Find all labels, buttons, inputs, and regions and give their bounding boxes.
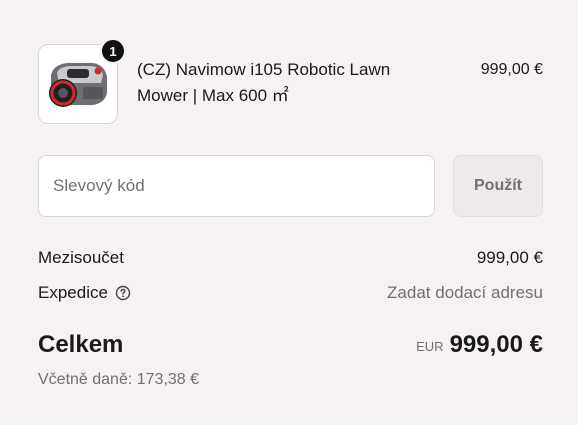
apply-discount-button[interactable]: Použít	[453, 155, 543, 217]
product-thumbnail: 1	[38, 38, 126, 124]
tax-note: Včetně daně: 173,38 €	[38, 371, 200, 388]
subtotal-value: 999,00 €	[476, 248, 543, 267]
total-value-group: EUR 999,00 €	[416, 329, 543, 364]
product-title: (CZ) Navimow i105 Robotic Lawn Mower | M…	[137, 60, 391, 105]
total-amount: 999,00 €	[449, 331, 543, 358]
quantity-badge: 1	[100, 38, 126, 64]
currency-code: EUR	[416, 339, 444, 354]
shipping-value: Zadat dodací adresu	[387, 283, 543, 302]
subtotal-row: Mezisoučet 999,00 €	[38, 246, 543, 270]
total-label: Celkem	[38, 331, 124, 358]
shipping-row: Expedice Zadat dodací adresu	[38, 281, 543, 305]
product-price: 999,00 €	[480, 61, 543, 78]
robotic-mower-image	[49, 63, 107, 107]
subtotal-label: Mezisoučet	[38, 248, 124, 267]
total-row: Celkem EUR 999,00 €	[38, 329, 543, 361]
discount-code-input[interactable]	[38, 155, 435, 217]
shipping-label-group: Expedice	[38, 281, 131, 305]
shipping-label: Expedice	[38, 283, 108, 302]
cart-line-item: 1 (CZ) Navimow i105 Robotic Lawn Mower |…	[38, 38, 543, 124]
question-circle-icon[interactable]	[115, 285, 131, 301]
